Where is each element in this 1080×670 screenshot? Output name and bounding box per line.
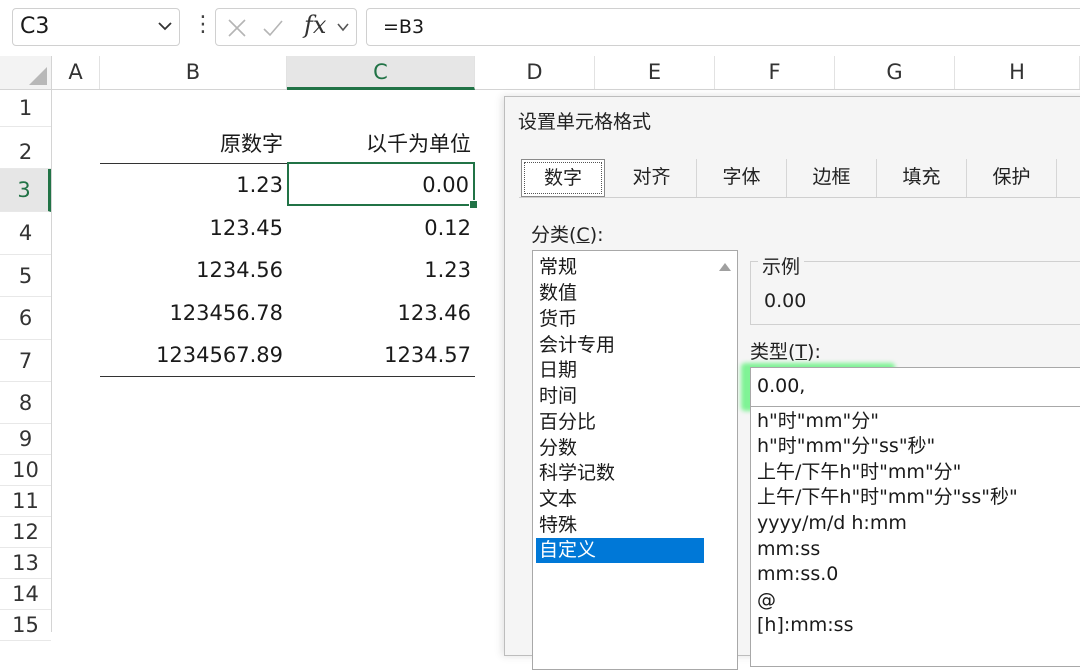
sample-value: 0.00 bbox=[764, 290, 807, 312]
column-header-c[interactable]: C bbox=[287, 56, 475, 90]
tab-number[interactable]: 数字 bbox=[521, 159, 605, 197]
tab-border[interactable]: 边框 bbox=[787, 159, 877, 197]
column-headers: A B C D E F G H bbox=[0, 56, 1080, 90]
row-header-12[interactable]: 12 bbox=[0, 517, 51, 548]
active-cell-outline bbox=[287, 162, 478, 209]
insert-function-icon[interactable]: fx bbox=[304, 11, 326, 39]
name-box-value: C3 bbox=[20, 14, 50, 39]
dialog-title: 设置单元格格式 bbox=[518, 111, 652, 133]
category-label: 分类(C): bbox=[531, 224, 604, 246]
type-list-item[interactable]: @ bbox=[757, 588, 776, 613]
scroll-up-icon[interactable] bbox=[719, 263, 731, 271]
row-header-8[interactable]: 8 bbox=[0, 382, 51, 424]
type-list-item[interactable]: yyyy/m/d h:mm bbox=[757, 511, 907, 536]
row-header-11[interactable]: 11 bbox=[0, 486, 51, 517]
type-label: 类型(T): bbox=[750, 341, 821, 363]
column-header-a[interactable]: A bbox=[52, 56, 100, 89]
formula-bar: C3 ⋮ fx =B3 bbox=[0, 0, 1080, 56]
formula-text: =B3 bbox=[383, 16, 425, 38]
check-icon[interactable] bbox=[262, 17, 284, 39]
type-list-item[interactable]: h"时"mm"分"ss"秒" bbox=[757, 434, 935, 459]
type-list-item[interactable]: 上午/下午h"时"mm"分"ss"秒" bbox=[757, 485, 1018, 510]
row-header-6[interactable]: 6 bbox=[0, 297, 51, 340]
category-scientific[interactable]: 科学记数 bbox=[536, 461, 704, 486]
column-header-d[interactable]: D bbox=[475, 56, 595, 89]
category-currency[interactable]: 货币 bbox=[536, 307, 704, 332]
row-header-4[interactable]: 4 bbox=[0, 212, 51, 255]
tab-fill[interactable]: 填充 bbox=[877, 159, 967, 197]
formula-bar-grip-icon[interactable]: ⋮ bbox=[192, 14, 214, 40]
row-header-13[interactable]: 13 bbox=[0, 548, 51, 579]
category-special[interactable]: 特殊 bbox=[536, 513, 704, 538]
row-header-14[interactable]: 14 bbox=[0, 579, 51, 610]
cell-b3[interactable]: 1.23 bbox=[100, 164, 287, 206]
tab-protection[interactable]: 保护 bbox=[967, 159, 1057, 197]
select-all-triangle-icon bbox=[29, 67, 47, 85]
row-header-2[interactable]: 2 bbox=[0, 127, 51, 169]
cancel-icon[interactable] bbox=[226, 17, 248, 39]
formula-input[interactable]: =B3 bbox=[366, 8, 1080, 46]
row-header-1[interactable]: 1 bbox=[0, 90, 51, 127]
cell-b2[interactable]: 原数字 bbox=[100, 127, 287, 161]
row-headers: 1 2 3 4 5 6 7 8 9 10 11 12 13 14 15 bbox=[0, 90, 52, 641]
cell-c5[interactable]: 1.23 bbox=[287, 249, 475, 291]
column-header-b[interactable]: B bbox=[100, 56, 287, 89]
column-header-h[interactable]: H bbox=[955, 56, 1080, 89]
cell-c2[interactable]: 以千为单位 bbox=[287, 127, 475, 161]
type-list-item[interactable]: [h]:mm:ss bbox=[757, 613, 853, 638]
cell-b4[interactable]: 123.45 bbox=[100, 207, 287, 249]
row-header-5[interactable]: 5 bbox=[0, 255, 51, 297]
cell-b7[interactable]: 1234567.89 bbox=[100, 334, 287, 376]
cell-c4[interactable]: 0.12 bbox=[287, 207, 475, 249]
category-accounting[interactable]: 会计专用 bbox=[536, 333, 704, 358]
type-list[interactable]: h"时"mm"分" h"时"mm"分"ss"秒" 上午/下午h"时"mm"分" … bbox=[750, 407, 1080, 667]
row-header-7[interactable]: 7 bbox=[0, 340, 51, 382]
type-list-item[interactable]: mm:ss bbox=[757, 537, 820, 562]
category-fraction[interactable]: 分数 bbox=[536, 436, 704, 461]
category-date[interactable]: 日期 bbox=[536, 358, 704, 383]
cell-b5[interactable]: 1234.56 bbox=[100, 249, 287, 291]
dialog-tabs: 数字 对齐 字体 边框 填充 保护 bbox=[519, 159, 1080, 198]
column-header-e[interactable]: E bbox=[595, 56, 715, 89]
type-list-item[interactable]: 上午/下午h"时"mm"分" bbox=[757, 460, 961, 485]
row-header-15[interactable]: 15 bbox=[0, 610, 51, 641]
category-text[interactable]: 文本 bbox=[536, 487, 704, 512]
fill-handle[interactable] bbox=[469, 200, 478, 209]
formula-bar-buttons: fx bbox=[215, 8, 357, 46]
name-box[interactable]: C3 bbox=[12, 8, 180, 46]
select-all-button[interactable] bbox=[0, 56, 52, 89]
type-list-item[interactable]: mm:ss.0 bbox=[757, 562, 838, 587]
category-percentage[interactable]: 百分比 bbox=[536, 410, 704, 435]
table-bottom-border bbox=[100, 376, 475, 377]
chevron-down-icon[interactable] bbox=[157, 20, 173, 32]
tab-font[interactable]: 字体 bbox=[697, 159, 787, 197]
cell-c6[interactable]: 123.46 bbox=[287, 292, 475, 334]
type-list-item[interactable]: h"时"mm"分" bbox=[757, 409, 879, 434]
chevron-down-icon[interactable] bbox=[336, 22, 350, 32]
row-header-3[interactable]: 3 bbox=[0, 169, 51, 212]
category-list[interactable]: 常规 数值 货币 会计专用 日期 时间 百分比 分数 科学记数 文本 特殊 自定… bbox=[532, 250, 738, 670]
category-custom[interactable]: 自定义 bbox=[536, 538, 704, 563]
category-number[interactable]: 数值 bbox=[536, 281, 704, 306]
row-header-9[interactable]: 9 bbox=[0, 424, 51, 455]
row-header-10[interactable]: 10 bbox=[0, 455, 51, 486]
category-general[interactable]: 常规 bbox=[536, 255, 704, 280]
sample-label: 示例 bbox=[758, 252, 805, 279]
column-header-g[interactable]: G bbox=[835, 56, 955, 89]
tab-alignment[interactable]: 对齐 bbox=[607, 159, 697, 197]
cell-c7[interactable]: 1234.57 bbox=[287, 334, 475, 376]
format-cells-dialog: 设置单元格格式 数字 对齐 字体 边框 填充 保护 分类(C): 常规 数值 货… bbox=[504, 96, 1080, 670]
column-header-f[interactable]: F bbox=[715, 56, 835, 89]
category-time[interactable]: 时间 bbox=[536, 384, 704, 409]
cell-b6[interactable]: 123456.78 bbox=[100, 292, 287, 334]
type-input[interactable]: 0.00, bbox=[750, 367, 1080, 407]
